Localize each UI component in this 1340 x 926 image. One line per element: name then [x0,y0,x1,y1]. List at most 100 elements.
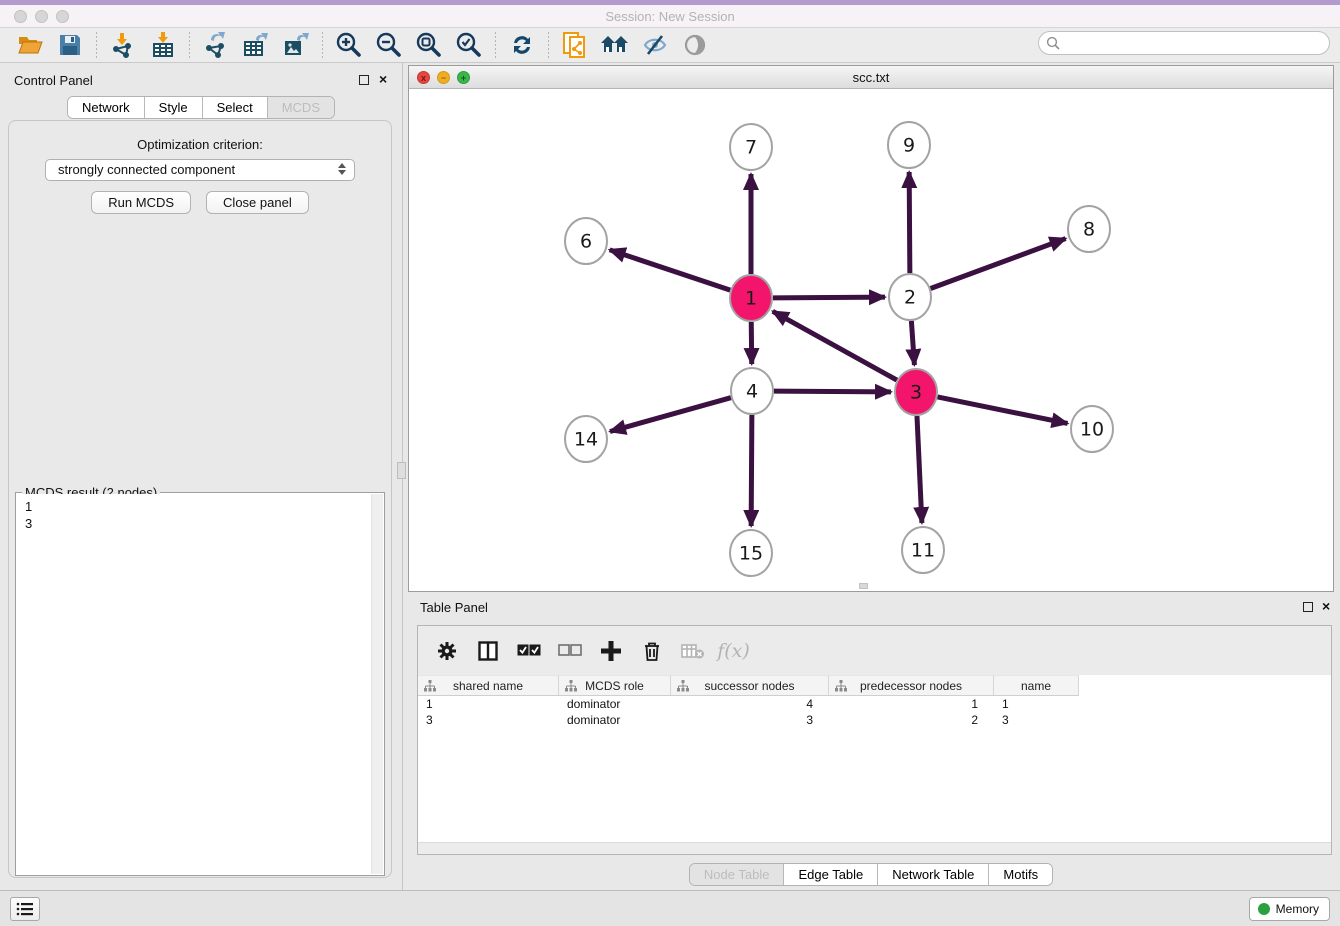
tab-mcds[interactable]: MCDS [268,97,334,118]
search-input[interactable] [1038,31,1330,55]
column-header-successor-nodes[interactable]: successor nodes [671,675,829,696]
criterion-select[interactable]: strongly connected component [45,159,355,181]
graph-edge-2-8[interactable] [931,239,1066,289]
tab-edge-table[interactable]: Edge Table [784,864,878,885]
hide-selected-icon[interactable] [635,30,675,60]
tab-network-table[interactable]: Network Table [878,864,989,885]
graph-node-label-8: 8 [1083,219,1095,241]
close-panel-button[interactable]: Close panel [206,191,309,214]
graph-edge-2-9[interactable] [909,172,910,273]
refresh-view-icon[interactable] [502,30,542,60]
delete-column-trash-icon[interactable] [633,634,670,668]
network-window-titlebar[interactable]: x − + scc.txt [409,66,1333,89]
graph-node-label-11: 11 [911,540,935,562]
show-column-icon[interactable] [469,634,506,668]
column-type-icon [677,680,689,692]
table-cell[interactable]: 1 [994,696,1079,712]
tab-style[interactable]: Style [145,97,203,118]
graph-edge-1-6[interactable] [610,250,731,290]
table-cell[interactable]: 1 [418,696,559,712]
export-network-icon[interactable] [196,30,236,60]
graph-node-label-3: 3 [910,382,922,404]
table-row[interactable]: 3dominator323 [418,712,1331,728]
graph-edge-4-3[interactable] [774,391,891,392]
table-hscroll-area[interactable] [418,842,1331,854]
new-network-from-selection-icon[interactable] [555,30,595,60]
tab-motifs[interactable]: Motifs [989,864,1052,885]
control-panel-float-icon[interactable] [359,75,369,85]
column-header-shared-name[interactable]: shared name [418,675,559,696]
graph-edge-4-15[interactable] [751,415,752,526]
mcds-result-text[interactable]: 1 3 [17,494,371,874]
unselect-all-columns-icon[interactable] [551,634,588,668]
table-tab-group: Node Table Edge Table Network Table Moti… [689,863,1053,886]
select-all-columns-icon[interactable] [510,634,547,668]
window-title: Session: New Session [0,9,1340,24]
table-cell[interactable]: dominator [559,712,671,728]
table-panel-float-icon[interactable] [1303,602,1313,612]
search-field-wrap [1038,31,1330,55]
apply-preferred-layout-icon[interactable] [595,30,635,60]
zoom-fit-icon[interactable] [409,30,449,60]
zoom-selected-icon[interactable] [449,30,489,60]
table-cell[interactable]: dominator [559,696,671,712]
column-header-name[interactable]: name [994,675,1079,696]
zoom-out-icon[interactable] [369,30,409,60]
table-cell[interactable]: 3 [671,712,829,728]
canvas-split-handle[interactable] [859,583,868,589]
tab-network[interactable]: Network [68,97,145,118]
criterion-select-value: strongly connected component [58,162,235,177]
fx-label: f(x) [717,640,750,662]
function-builder-icon[interactable]: f(x) [715,634,752,668]
graph-edge-3-10[interactable] [938,397,1068,424]
delete-table-icon[interactable] [674,634,711,668]
table-toolbar: f(x) [418,626,1331,675]
column-header-predecessor-nodes[interactable]: predecessor nodes [829,675,994,696]
table-cell[interactable]: 3 [994,712,1079,728]
tab-node-table[interactable]: Node Table [690,864,785,885]
node-table-box: f(x) shared nameMCDS rolesuccessor nodes… [417,625,1332,855]
show-hidden-icon[interactable] [675,30,715,60]
table-cell[interactable]: 1 [829,696,994,712]
toolbar-separator [96,32,97,58]
table-options-gear-icon[interactable] [428,634,465,668]
table-cell[interactable]: 2 [829,712,994,728]
table-cell[interactable]: 4 [671,696,829,712]
export-image-icon[interactable] [276,30,316,60]
table-panel: Table Panel × [408,595,1334,886]
table-row[interactable]: 1dominator411 [418,696,1331,712]
run-mcds-button[interactable]: Run MCDS [91,191,191,214]
table-cell[interactable]: 3 [418,712,559,728]
toolbar-separator [495,32,496,58]
graph-edge-3-11[interactable] [917,416,922,523]
mcds-result-line: 3 [25,515,371,532]
open-session-icon[interactable] [10,30,50,60]
memory-button[interactable]: Memory [1249,897,1330,921]
table-panel-close-icon[interactable]: × [1322,598,1330,614]
toolbar-separator [322,32,323,58]
network-canvas[interactable]: 7968124314101511 [409,89,1333,591]
chevron-updown-icon [338,163,346,175]
panel-divider-handle[interactable] [397,462,406,479]
mcds-result-fieldset: MCDS result (2 nodes) 1 3 [15,492,385,876]
control-panel-title: Control Panel [14,73,93,88]
export-table-icon[interactable] [236,30,276,60]
add-column-icon[interactable] [592,634,629,668]
import-table-icon[interactable] [143,30,183,60]
tab-select[interactable]: Select [203,97,268,118]
task-history-button[interactable] [10,897,40,921]
save-session-icon[interactable] [50,30,90,60]
graph-edge-4-14[interactable] [610,398,731,432]
graph-edge-2-3[interactable] [911,321,914,365]
mcds-panel-content: Optimization criterion: strongly connect… [8,120,392,878]
column-type-icon [424,680,436,692]
result-scrollbar[interactable] [371,494,383,874]
zoom-in-icon[interactable] [329,30,369,60]
import-network-icon[interactable] [103,30,143,60]
graph-edge-1-2[interactable] [773,297,885,298]
node-table-header: shared nameMCDS rolesuccessor nodesprede… [418,675,1079,696]
control-panel-close-icon[interactable]: × [379,71,387,87]
column-header-MCDS-role[interactable]: MCDS role [559,675,671,696]
graph-edge-3-1[interactable] [773,311,897,380]
app-titlebar: Session: New Session [0,5,1340,28]
